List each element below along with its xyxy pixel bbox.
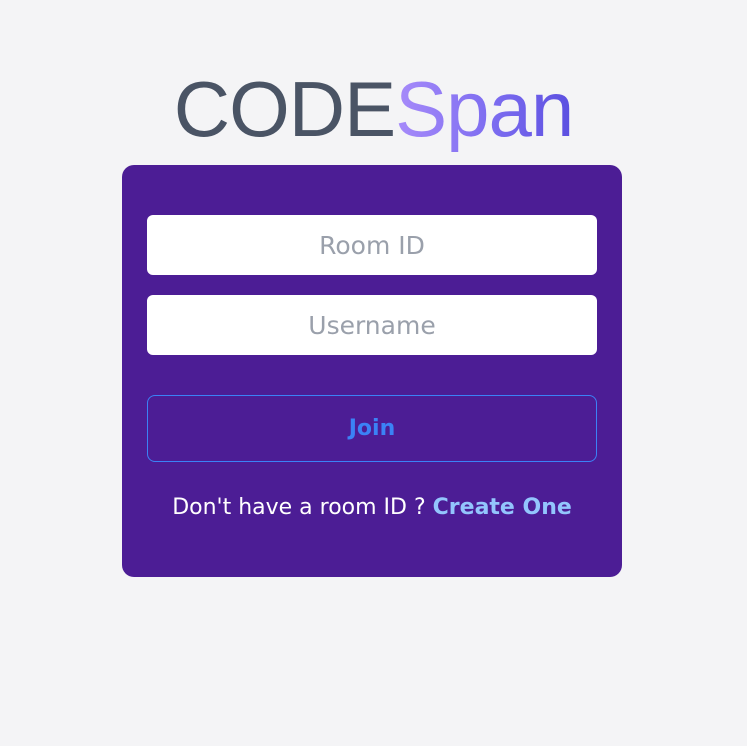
app-logo: CODESpan	[0, 64, 747, 154]
create-room-prompt: Don't have a room ID ? Create One	[122, 495, 622, 520]
join-button[interactable]: Join	[147, 395, 597, 462]
logo-span-text: Span	[395, 65, 574, 153]
username-input[interactable]	[147, 295, 597, 355]
join-room-card: Join Don't have a room ID ? Create One	[122, 165, 622, 577]
logo-code-text: CODE	[173, 65, 396, 153]
create-one-link[interactable]: Create One	[433, 495, 572, 520]
room-id-input[interactable]	[147, 215, 597, 275]
create-room-prompt-text: Don't have a room ID ?	[172, 495, 433, 520]
